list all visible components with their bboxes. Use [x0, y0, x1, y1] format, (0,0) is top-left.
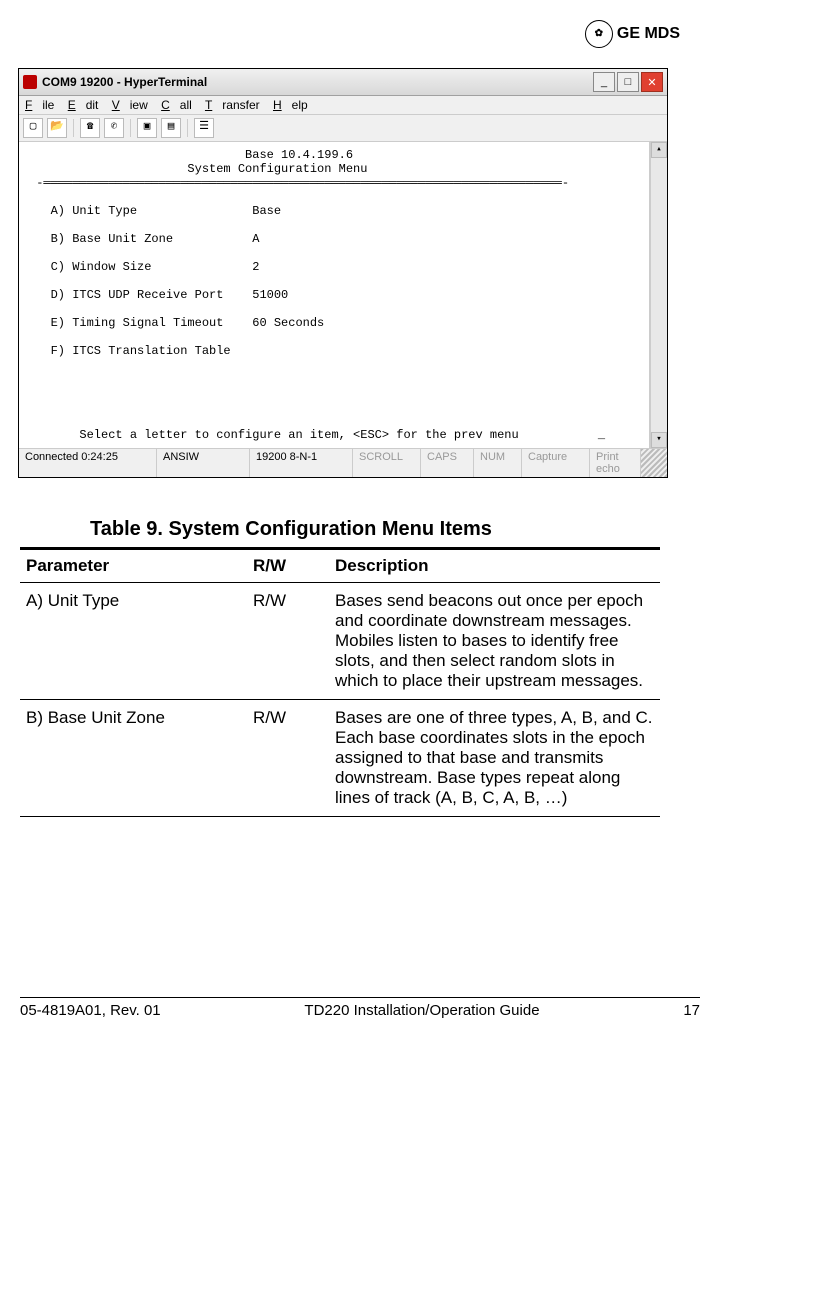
footer-pagenum: 17	[683, 1002, 700, 1019]
footer-docnum: 05-4819A01, Rev. 01	[20, 1002, 161, 1019]
cell-description: Bases are one of three types, A, B, and …	[329, 700, 660, 817]
col-description: Description	[329, 549, 660, 583]
menu-file[interactable]: File	[25, 98, 54, 112]
table-row: A) Unit TypeR/WBases send beacons out on…	[20, 583, 660, 700]
toolbar-sep	[73, 119, 74, 137]
col-rw: R/W	[247, 549, 329, 583]
table-caption: Table 9. System Configuration Menu Items	[90, 518, 710, 541]
window-title: COM9 19200 - HyperTerminal	[42, 75, 593, 89]
toolbar: ▢ 📂 ☎ ✆ ▣ ▤ ☰	[19, 115, 667, 142]
receive-icon[interactable]: ▤	[161, 118, 181, 138]
page-footer: 05-4819A01, Rev. 01 TD220 Installation/O…	[20, 1002, 700, 1019]
toolbar-sep	[187, 119, 188, 137]
menu-help[interactable]: Help	[273, 98, 308, 112]
app-icon	[23, 75, 37, 89]
menu-edit[interactable]: Edit	[68, 98, 99, 112]
cell-description: Bases send beacons out once per epoch an…	[329, 583, 660, 700]
status-scroll: SCROLL	[353, 449, 421, 477]
brand-name: GE MDS	[617, 25, 680, 42]
open-icon[interactable]: 📂	[47, 118, 67, 138]
status-capture: Capture	[522, 449, 590, 477]
status-params: 19200 8-N-1	[250, 449, 353, 477]
status-num: NUM	[474, 449, 522, 477]
connect-icon[interactable]: ☎	[80, 118, 100, 138]
cell-rw: R/W	[247, 700, 329, 817]
cell-parameter: B) Base Unit Zone	[20, 700, 247, 817]
cell-rw: R/W	[247, 583, 329, 700]
minimize-button[interactable]: _	[593, 72, 615, 92]
cell-parameter: A) Unit Type	[20, 583, 247, 700]
window-titlebar[interactable]: COM9 19200 - HyperTerminal _ □ ✕	[19, 69, 667, 96]
ge-logo-icon: ✿	[585, 20, 613, 48]
menubar: File Edit View Call Transfer Help	[19, 96, 667, 115]
send-icon[interactable]: ▣	[137, 118, 157, 138]
footer-rule	[20, 997, 700, 998]
toolbar-sep	[130, 119, 131, 137]
col-parameter: Parameter	[20, 549, 247, 583]
status-bar: Connected 0:24:25 ANSIW 19200 8-N-1 SCRO…	[19, 448, 667, 477]
status-emulation: ANSIW	[157, 449, 250, 477]
scroll-down-icon[interactable]: ▾	[651, 432, 667, 448]
table-row: B) Base Unit ZoneR/WBases are one of thr…	[20, 700, 660, 817]
menu-call[interactable]: Call	[161, 98, 192, 112]
brand-header: ✿GE MDS	[10, 20, 710, 48]
scroll-up-icon[interactable]: ▴	[651, 142, 667, 158]
terminal-output[interactable]: Base 10.4.199.6 System Configuration Men…	[19, 142, 650, 448]
new-icon[interactable]: ▢	[23, 118, 43, 138]
hyperterminal-window: COM9 19200 - HyperTerminal _ □ ✕ File Ed…	[18, 68, 668, 478]
menu-view[interactable]: View	[112, 98, 148, 112]
scrollbar[interactable]: ▴ ▾	[650, 142, 667, 448]
menu-transfer[interactable]: Transfer	[205, 98, 260, 112]
disconnect-icon[interactable]: ✆	[104, 118, 124, 138]
status-printecho: Print echo	[590, 449, 641, 477]
close-button[interactable]: ✕	[641, 72, 663, 92]
maximize-button[interactable]: □	[617, 72, 639, 92]
footer-title: TD220 Installation/Operation Guide	[161, 1002, 684, 1019]
status-connected: Connected 0:24:25	[19, 449, 157, 477]
status-caps: CAPS	[421, 449, 474, 477]
properties-icon[interactable]: ☰	[194, 118, 214, 138]
config-table: Parameter R/W Description A) Unit TypeR/…	[20, 547, 660, 817]
resize-grip-icon[interactable]	[641, 449, 667, 477]
